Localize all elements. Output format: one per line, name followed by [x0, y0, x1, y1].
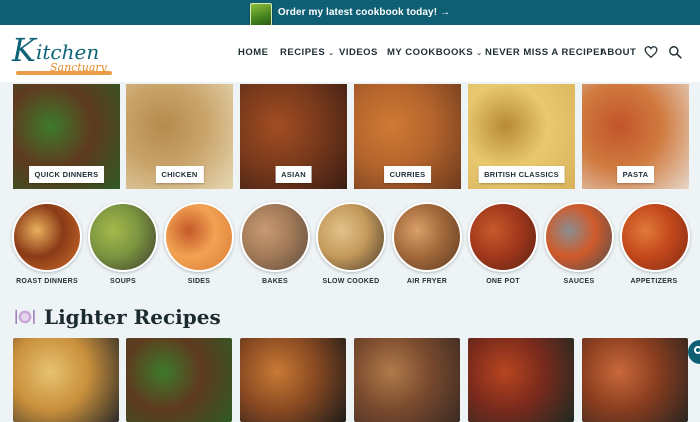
- nav-about[interactable]: ABOUT: [600, 47, 636, 58]
- recipe-card[interactable]: [582, 338, 688, 422]
- category-pasta[interactable]: PASTA: [582, 84, 689, 189]
- category-british-classics[interactable]: BRITISH CLASSICS: [468, 84, 575, 189]
- category-label: CURRIES: [383, 166, 432, 183]
- nav-never-miss[interactable]: NEVER MISS A RECIPE!: [485, 47, 604, 58]
- circle-soups[interactable]: [88, 202, 158, 272]
- category-label: PASTA: [616, 166, 655, 183]
- category-asian[interactable]: ASIAN: [240, 84, 347, 189]
- nav-home[interactable]: HOME: [238, 47, 269, 58]
- nav-label: VIDEOS: [339, 47, 378, 58]
- site-header: K itchen Sanctuary HOME RECIPES ⌄ VIDEOS …: [0, 25, 700, 82]
- nav-label: NEVER MISS A RECIPE!: [485, 47, 604, 58]
- circle-label[interactable]: ONE POT: [463, 278, 543, 285]
- circle-label[interactable]: SIDES: [159, 278, 239, 285]
- circle-roast-dinners[interactable]: [12, 202, 82, 272]
- circle-slow-cooked[interactable]: [316, 202, 386, 272]
- circle-label[interactable]: APPETIZERS: [614, 278, 694, 285]
- nav-label: MY COOKBOOKS: [387, 47, 474, 58]
- category-label: ASIAN: [275, 166, 312, 183]
- category-label: BRITISH CLASSICS: [478, 166, 565, 183]
- nav-my-cookbooks[interactable]: MY COOKBOOKS ⌄: [387, 47, 482, 58]
- circle-sauces[interactable]: [544, 202, 614, 272]
- circle-bakes[interactable]: [240, 202, 310, 272]
- recipe-card[interactable]: [126, 338, 232, 422]
- site-logo[interactable]: K itchen Sanctuary: [10, 31, 120, 77]
- circle-sides[interactable]: [164, 202, 234, 272]
- category-curries[interactable]: CURRIES: [354, 84, 461, 189]
- promo-text[interactable]: Order my latest cookbook today! →: [278, 7, 450, 18]
- plate-cutlery-icon: [15, 309, 35, 325]
- circle-air-fryer[interactable]: [392, 202, 462, 272]
- search-icon: [694, 346, 700, 354]
- section-title: Lighter Recipes: [44, 305, 221, 329]
- nav-recipes[interactable]: RECIPES ⌄: [280, 47, 335, 58]
- chevron-down-icon: ⌄: [476, 50, 483, 57]
- category-label: QUICK DINNERS: [28, 166, 105, 183]
- recipe-card[interactable]: [354, 338, 460, 422]
- heart-icon[interactable]: [644, 45, 658, 59]
- floating-search-button[interactable]: [688, 340, 700, 364]
- recipe-card[interactable]: [468, 338, 574, 422]
- circle-label[interactable]: ROAST DINNERS: [7, 278, 87, 285]
- circle-label[interactable]: SLOW COOKED: [311, 278, 391, 285]
- circle-label[interactable]: BAKES: [235, 278, 315, 285]
- promo-bar[interactable]: Order my latest cookbook today! →: [0, 0, 700, 29]
- nav-label: RECIPES: [280, 47, 326, 58]
- logo-letter-k: K: [12, 31, 36, 69]
- circle-label[interactable]: SAUCES: [539, 278, 619, 285]
- circle-label[interactable]: SOUPS: [83, 278, 163, 285]
- logo-swoosh: [16, 71, 112, 75]
- search-icon[interactable]: [668, 45, 682, 59]
- category-chicken[interactable]: CHICKEN: [126, 84, 233, 189]
- category-label: CHICKEN: [155, 166, 204, 183]
- chevron-down-icon: ⌄: [328, 50, 335, 57]
- nav-label: HOME: [238, 47, 269, 58]
- nav-label: ABOUT: [600, 47, 637, 58]
- recipe-card[interactable]: [240, 338, 346, 422]
- section-heading-lighter-recipes: Lighter Recipes: [14, 303, 221, 331]
- category-quick-dinners[interactable]: QUICK DINNERS: [13, 84, 120, 189]
- recipe-card[interactable]: [13, 338, 119, 422]
- circle-one-pot[interactable]: [468, 202, 538, 272]
- nav-videos[interactable]: VIDEOS: [339, 47, 378, 58]
- circle-label[interactable]: AIR FRYER: [387, 278, 467, 285]
- circle-appetizers[interactable]: [620, 202, 690, 272]
